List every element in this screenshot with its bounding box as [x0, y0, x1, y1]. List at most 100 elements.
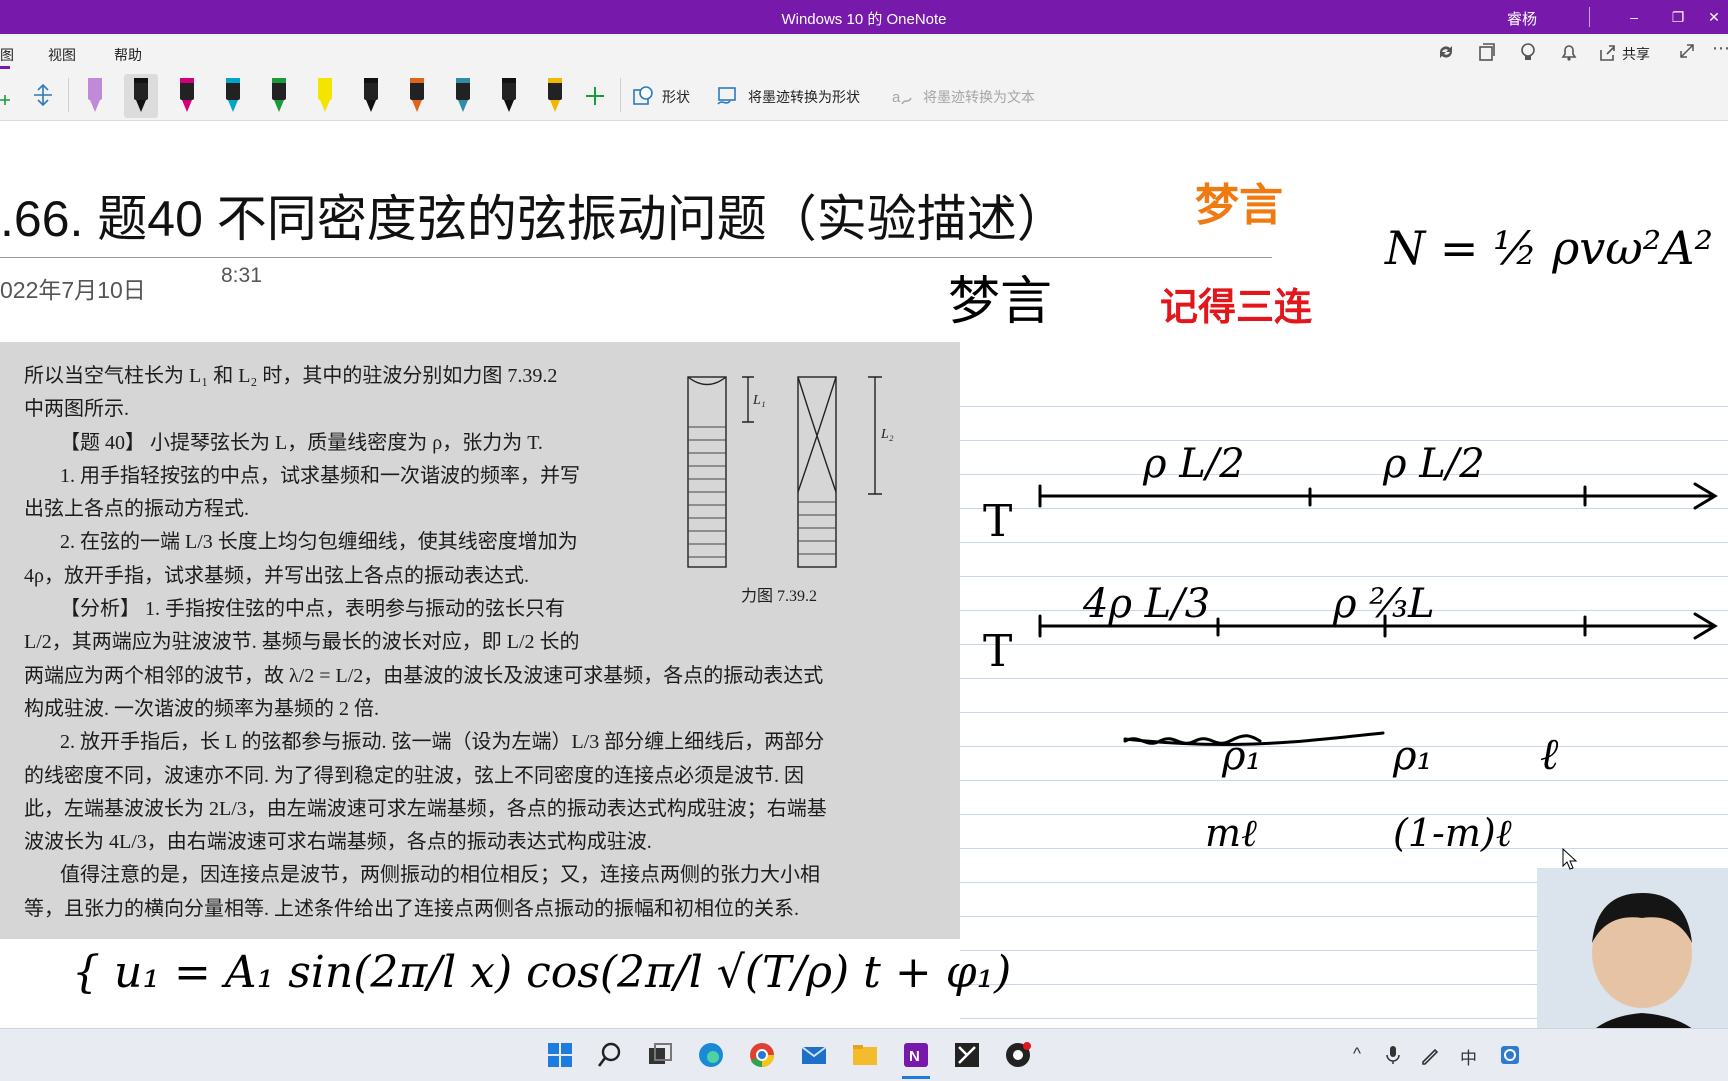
taskbar: N ^ 中 [0, 1028, 1728, 1081]
ink-tension-1[interactable]: T [983, 496, 1012, 547]
text-line: 所以当空气柱长为 L₁ 和 L₂ 时，其中的驻波分别如力图 7.39.2 [24, 365, 558, 387]
shapes-icon[interactable] [632, 84, 656, 108]
ink-to-shape-button[interactable]: 将墨迹转换为形状 [748, 87, 860, 107]
text-line: 2. 放开手指后，长 L 的弦都参与振动. 弦一端（设为左端）L/3 部分缠上细… [60, 731, 825, 754]
ink-to-shape-icon[interactable] [716, 84, 740, 108]
add-pen-icon[interactable] [583, 84, 607, 108]
page-date: 022年7月10日 [0, 277, 146, 303]
title-bar: Windows 10 的 OneNote 睿杨 – ❐ ✕ [0, 0, 1728, 34]
ink-rho1-b[interactable]: ρ₁ [1393, 733, 1433, 779]
page-time: 8:31 [221, 264, 262, 287]
page-title[interactable]: .66. 题40 不同密度弦的弦振动问题（实验描述） [0, 179, 1067, 251]
scanned-textbook-image[interactable]: 所以当空气柱长为 L₁ 和 L₂ 时，其中的驻波分别如力图 7.39.2 中两图… [0, 342, 960, 939]
minimize-button[interactable]: – [1614, 4, 1654, 30]
text-line: 的线密度不同，波速亦不同. 为了得到稳定的驻波，弦上不同密度的连接点必须是波节.… [24, 764, 804, 787]
dark-pen-icon[interactable] [492, 74, 526, 118]
user-name[interactable]: 睿杨 [1507, 8, 1537, 29]
expand-icon[interactable] [1678, 42, 1696, 60]
close-button[interactable]: ✕ [1700, 4, 1728, 30]
text-line: 4ρ，放开手指，试求基频，并写出弦上各点的振动表达式. [24, 564, 529, 587]
svg-text:N: N [909, 1048, 920, 1065]
text-line: 出弦上各点的振动方程式. [24, 498, 249, 521]
file-explorer-icon[interactable] [851, 1041, 879, 1069]
orange-pen-icon[interactable] [400, 74, 434, 118]
tray-chevron[interactable]: ^ [1353, 1044, 1361, 1064]
window-title: Windows 10 的 OneNote [781, 11, 947, 28]
draw-ribbon: 形状 将墨迹转换为形状 a 将墨迹转换为文本 [0, 70, 1728, 121]
bulb-icon[interactable] [1518, 42, 1538, 62]
figure-label-l1: L₁ [752, 393, 766, 408]
onenote-icon[interactable]: N [902, 1041, 930, 1069]
app-icon-2[interactable] [1004, 1041, 1032, 1069]
bell-icon[interactable] [1559, 42, 1579, 62]
tab-view[interactable]: 视图 [48, 45, 76, 65]
magenta-pen-icon[interactable] [170, 74, 204, 118]
search-icon[interactable] [596, 1041, 624, 1069]
ribbon-separator [68, 78, 69, 112]
cyan-pen-icon[interactable] [216, 74, 250, 118]
ink-red-note[interactable]: 记得三连 [1160, 276, 1312, 331]
restore-button[interactable]: ❐ [1658, 4, 1698, 30]
ink-ell[interactable]: ℓ [1540, 729, 1558, 780]
ink-rho1-a[interactable]: ρ₁ [1222, 733, 1262, 779]
task-view-icon[interactable] [646, 1041, 674, 1069]
tab-draw[interactable]: 图 [0, 45, 14, 65]
ribbon-separator [620, 78, 621, 112]
insert-space-icon[interactable] [32, 83, 54, 107]
text-line: 【分析】 1. 手指按住弦的中点，表明参与振动的弦长只有 [60, 598, 565, 621]
shapes-button[interactable]: 形状 [662, 87, 690, 107]
ink-m-ell[interactable]: mℓ [1205, 811, 1257, 856]
mail-icon[interactable] [800, 1041, 828, 1069]
active-tab-indicator [0, 66, 10, 69]
ink-density-segment-2[interactable]: ρ L/2 [1383, 441, 1485, 487]
share-button[interactable]: 共享 [1622, 44, 1650, 64]
microphone-icon[interactable] [1385, 1045, 1401, 1065]
windows-start-icon[interactable] [546, 1041, 574, 1069]
tray-app-icon[interactable] [1500, 1045, 1520, 1065]
air-column-figure: L₁ L₂ [687, 376, 894, 568]
figure-label-l2: L₂ [880, 427, 894, 442]
green-pen-icon[interactable] [262, 74, 296, 118]
text-line: 【题 40】 小提琴弦长为 L，质量线密度为 ρ，张力为 T. [60, 431, 543, 454]
chrome-icon[interactable] [748, 1041, 776, 1069]
page-icon[interactable] [1477, 42, 1497, 62]
ink-bottom-formula[interactable]: { u₁ = A₁ sin(2π/l x) cos(2π/l √(T/ρ) t … [72, 947, 1011, 998]
ink-black-note[interactable]: 梦言 [948, 259, 1052, 334]
share-icon[interactable] [1598, 42, 1618, 62]
title-rule [0, 257, 1272, 258]
black-pen-icon[interactable] [124, 74, 158, 118]
ink-density-segment-4[interactable]: ρ ⅔L [1333, 581, 1435, 627]
ime-indicator[interactable]: 中 [1460, 1044, 1477, 1069]
more-icon[interactable]: ⋯ [1712, 38, 1728, 59]
ink-density-segment-3[interactable]: 4ρ L/3 [1083, 581, 1210, 627]
text-line: 波波长为 4L/3，由右端波速可求右端基频，各点的振动表达式构成驻波. [24, 831, 652, 854]
ink-to-text-button[interactable]: 将墨迹转换为文本 [923, 87, 1035, 107]
pen-tray-icon[interactable] [1420, 1045, 1440, 1065]
teal-pen-icon[interactable] [446, 74, 480, 118]
yellow-highlighter-icon[interactable] [308, 74, 342, 118]
ink-orange-note[interactable]: 梦言 [1195, 169, 1283, 233]
active-app-indicator [902, 1076, 930, 1079]
menu-bar: 图 视图 帮助 共享 ⋯ [0, 34, 1728, 70]
sync-icon[interactable] [1436, 42, 1456, 62]
galaxy-pen-icon[interactable] [354, 74, 388, 118]
edge-icon[interactable] [697, 1041, 725, 1069]
purple-highlighter-icon[interactable] [78, 74, 112, 118]
ink-density-segment-1[interactable]: ρ L/2 [1143, 441, 1245, 487]
figure-caption: 力图 7.39.2 [741, 588, 818, 605]
ink-tension-2[interactable]: T [983, 626, 1012, 677]
text-line: 2. 在弦的一端 L/3 长度上均匀包缠细线，使其线密度增加为 [60, 531, 578, 554]
gold-pen-icon[interactable] [538, 74, 572, 118]
text-line: 值得注意的是，因连接点是波节，两侧振动的相位相反；又，连接点两侧的张力大小相 [60, 864, 820, 887]
text-line: 此，左端基波波长为 2L/3，由左端波速可求左端基频，各点的振动表达式构成驻波；… [24, 797, 827, 820]
lasso-add-icon[interactable] [0, 82, 14, 108]
ink-one-minus-m-ell[interactable]: (1-m)ℓ [1393, 811, 1512, 856]
ink-to-text-icon[interactable]: a [890, 84, 914, 108]
title-separator [1589, 7, 1590, 27]
note-page[interactable]: .66. 题40 不同密度弦的弦振动问题（实验描述） 022年7月10日 8:3… [0, 121, 1728, 1028]
tab-help[interactable]: 帮助 [114, 45, 142, 65]
text-line: 构成驻波. 一次谐波的频率为基频的 2 倍. [24, 697, 379, 720]
app-icon[interactable] [953, 1041, 981, 1069]
string-diagrams[interactable] [975, 451, 1728, 851]
ink-formula-energy[interactable]: N = ½ ρvω²A² [1385, 221, 1713, 275]
